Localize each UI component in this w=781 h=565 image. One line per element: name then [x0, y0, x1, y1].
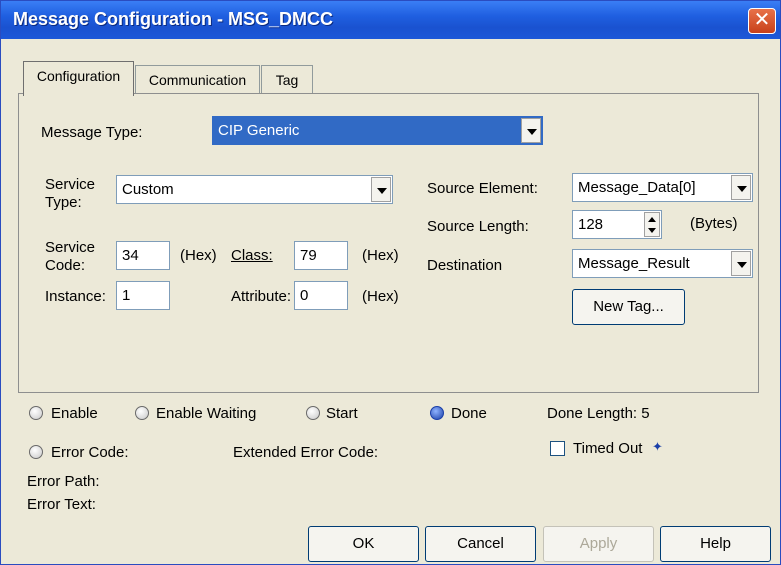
- source-length-spinner[interactable]: 128: [572, 210, 662, 239]
- service-type-value: Custom: [122, 181, 174, 198]
- enable-label: Enable: [51, 405, 98, 422]
- spinner-up-icon[interactable]: [648, 217, 656, 222]
- timed-out-arrow-icon: ✦: [652, 439, 663, 454]
- message-configuration-dialog: Message Configuration - MSG_DMCC ✕ Confi…: [0, 0, 781, 565]
- enable-radio: [29, 406, 43, 420]
- attribute-hex-label: (Hex): [362, 288, 399, 305]
- ok-button[interactable]: OK: [308, 526, 419, 562]
- help-button[interactable]: Help: [660, 526, 771, 562]
- source-element-label: Source Element:: [427, 180, 538, 197]
- service-type-label-line2: Type:: [45, 194, 82, 211]
- done-length-label: Done Length: 5: [547, 405, 650, 422]
- class-input[interactable]: 79: [294, 241, 348, 270]
- source-length-value: 128: [578, 216, 604, 233]
- instance-input[interactable]: 1: [116, 281, 170, 310]
- service-type-dropdown[interactable]: Custom: [116, 175, 393, 204]
- source-length-label: Source Length:: [427, 218, 529, 235]
- chevron-down-icon[interactable]: [371, 177, 391, 202]
- chevron-down-icon[interactable]: [731, 251, 751, 276]
- done-label: Done: [451, 405, 487, 422]
- done-radio: [430, 406, 444, 420]
- error-text-label: Error Text:: [27, 496, 96, 513]
- service-code-hex-label: (Hex): [180, 247, 217, 264]
- tab-tag[interactable]: Tag: [261, 65, 313, 95]
- error-code-radio: [29, 445, 43, 459]
- error-code-label: Error Code:: [51, 444, 129, 461]
- instance-label: Instance:: [45, 288, 106, 305]
- service-code-label-line1: Service: [45, 239, 96, 256]
- extended-error-code-label: Extended Error Code:: [233, 444, 379, 461]
- service-code-label-line2: Code:: [45, 257, 86, 274]
- spinner-arrows-icon[interactable]: [644, 212, 660, 237]
- apply-button[interactable]: Apply: [543, 526, 654, 562]
- class-label: Class:: [231, 247, 273, 264]
- attribute-input[interactable]: 0: [294, 281, 348, 310]
- bytes-label: (Bytes): [690, 215, 738, 232]
- configuration-panel: Message Type: CIP Generic Service Type: …: [18, 93, 759, 393]
- destination-dropdown[interactable]: Message_Result: [572, 249, 753, 278]
- title-bar[interactable]: Message Configuration - MSG_DMCC ✕: [1, 1, 780, 39]
- chevron-down-icon[interactable]: [521, 118, 541, 143]
- destination-label: Destination: [427, 257, 503, 274]
- start-radio: [306, 406, 320, 420]
- service-type-label-line1: Service: [45, 176, 96, 193]
- timed-out-label: Timed Out: [573, 440, 643, 457]
- timed-out-checkbox[interactable]: [550, 441, 565, 456]
- enable-waiting-label: Enable Waiting: [156, 405, 257, 422]
- window-title: Message Configuration - MSG_DMCC: [13, 9, 334, 29]
- spinner-down-icon[interactable]: [648, 228, 656, 233]
- source-element-value: Message_Data[0]: [578, 179, 696, 196]
- close-icon[interactable]: ✕: [748, 8, 776, 34]
- source-element-dropdown[interactable]: Message_Data[0]: [572, 173, 753, 202]
- chevron-down-icon[interactable]: [731, 175, 751, 200]
- service-code-input[interactable]: 34: [116, 241, 170, 270]
- message-type-value: CIP Generic: [218, 122, 300, 139]
- enable-waiting-radio: [135, 406, 149, 420]
- start-label: Start: [326, 405, 358, 422]
- message-type-label: Message Type:: [41, 124, 143, 141]
- class-hex-label: (Hex): [362, 247, 399, 264]
- new-tag-button[interactable]: New Tag...: [572, 289, 685, 325]
- tab-communication[interactable]: Communication: [135, 65, 260, 95]
- cancel-button[interactable]: Cancel: [425, 526, 536, 562]
- error-path-label: Error Path:: [27, 473, 100, 490]
- tab-configuration[interactable]: Configuration: [23, 61, 134, 96]
- attribute-label: Attribute:: [231, 288, 292, 305]
- destination-value: Message_Result: [578, 255, 690, 272]
- message-type-dropdown[interactable]: CIP Generic: [212, 116, 543, 145]
